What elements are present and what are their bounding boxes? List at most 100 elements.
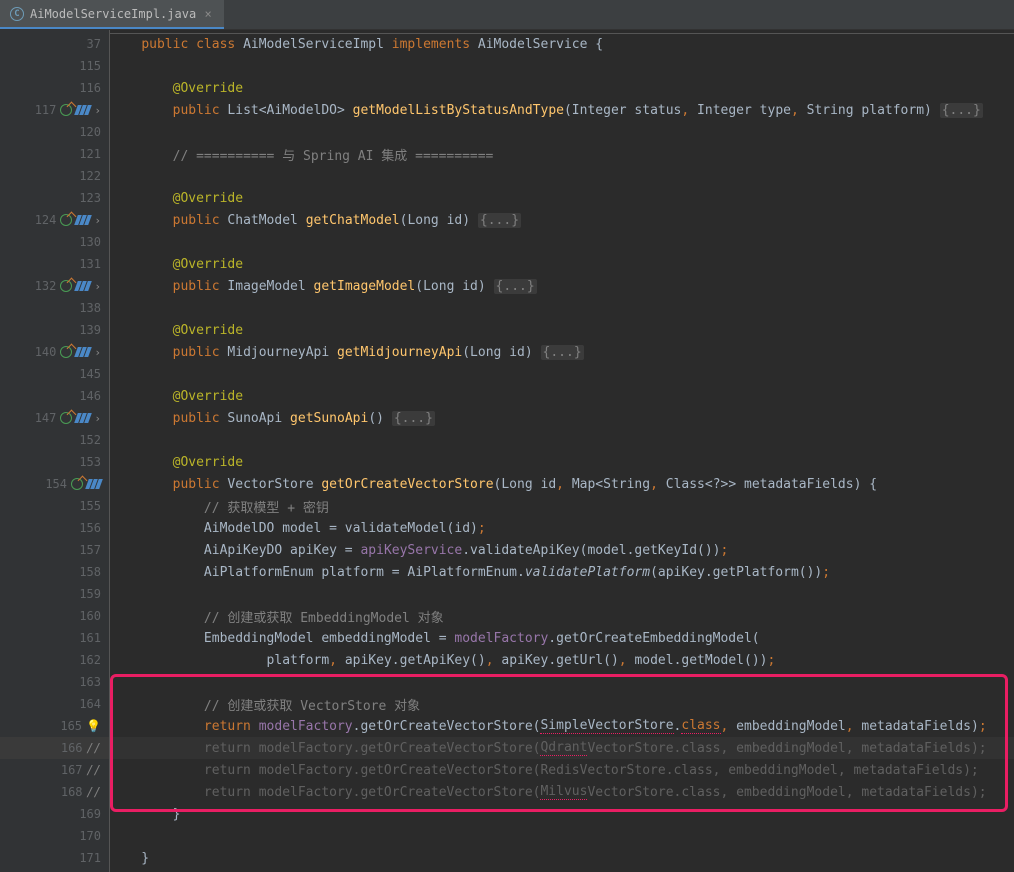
gutter-row[interactable]: 140› xyxy=(0,341,109,363)
gutter-row[interactable]: 169 xyxy=(0,803,109,825)
code-line[interactable]: } xyxy=(110,847,1014,869)
gutter-row[interactable]: 131 xyxy=(0,253,109,275)
code-line[interactable]: // ========== 与 Spring AI 集成 ========== xyxy=(110,143,1014,165)
override-icon[interactable] xyxy=(60,346,72,358)
gutter-row[interactable]: 37 xyxy=(0,33,109,55)
code-line[interactable]: @Override xyxy=(110,451,1014,473)
code-line[interactable]: AiModelDO model = validateModel(id); xyxy=(110,517,1014,539)
expand-chevron-icon[interactable]: › xyxy=(94,346,101,359)
code-line[interactable] xyxy=(110,121,1014,143)
gutter-row[interactable]: 171 xyxy=(0,847,109,869)
gutter-row[interactable]: 154 xyxy=(0,473,109,495)
gutter-row[interactable]: 123 xyxy=(0,187,109,209)
author-mark-icon[interactable] xyxy=(76,413,90,423)
gutter-row[interactable]: 166// xyxy=(0,737,109,759)
gutter-row[interactable]: 124› xyxy=(0,209,109,231)
code-line[interactable]: public class AiModelServiceImpl implemen… xyxy=(110,33,1014,55)
code-token xyxy=(110,411,173,426)
gutter-row[interactable]: 162 xyxy=(0,649,109,671)
code-line[interactable]: return modelFactory.getOrCreateVectorSto… xyxy=(110,715,1014,737)
gutter-row[interactable]: 160 xyxy=(0,605,109,627)
code-line[interactable]: public List<AiModelDO> getModelListBySta… xyxy=(110,99,1014,121)
code-line[interactable] xyxy=(110,297,1014,319)
gutter-row[interactable]: 156 xyxy=(0,517,109,539)
code-line[interactable]: AiPlatformEnum platform = AiPlatformEnum… xyxy=(110,561,1014,583)
code-line[interactable]: @Override xyxy=(110,187,1014,209)
code-line[interactable]: public SunoApi getSunoApi() {...} xyxy=(110,407,1014,429)
code-line[interactable] xyxy=(110,671,1014,693)
code-line[interactable]: return modelFactory.getOrCreateVectorSto… xyxy=(110,759,1014,781)
gutter-row[interactable]: 153 xyxy=(0,451,109,473)
expand-chevron-icon[interactable]: › xyxy=(94,280,101,293)
author-mark-icon[interactable] xyxy=(87,479,101,489)
code-line[interactable]: return modelFactory.getOrCreateVectorSto… xyxy=(110,737,1014,759)
gutter-row[interactable]: 146 xyxy=(0,385,109,407)
code-area[interactable]: public class AiModelServiceImpl implemen… xyxy=(110,30,1014,872)
code-line[interactable] xyxy=(110,363,1014,385)
gutter-row[interactable]: 139 xyxy=(0,319,109,341)
author-mark-icon[interactable] xyxy=(76,347,90,357)
gutter-row[interactable]: 170 xyxy=(0,825,109,847)
override-icon[interactable] xyxy=(60,214,72,226)
code-line[interactable] xyxy=(110,583,1014,605)
gutter-row[interactable]: 159 xyxy=(0,583,109,605)
code-line[interactable]: // 获取模型 + 密钥 xyxy=(110,495,1014,517)
expand-chevron-icon[interactable]: › xyxy=(94,214,101,227)
code-editor[interactable]: 37115116117›120121122123124›130131132›13… xyxy=(0,30,1014,872)
gutter-row[interactable]: 155 xyxy=(0,495,109,517)
code-line[interactable]: return modelFactory.getOrCreateVectorSto… xyxy=(110,781,1014,803)
gutter-row[interactable]: 145 xyxy=(0,363,109,385)
code-line[interactable]: public MidjourneyApi getMidjourneyApi(Lo… xyxy=(110,341,1014,363)
gutter-row[interactable]: 121 xyxy=(0,143,109,165)
code-line[interactable] xyxy=(110,231,1014,253)
code-line[interactable]: public VectorStore getOrCreateVectorStor… xyxy=(110,473,1014,495)
override-icon[interactable] xyxy=(60,280,72,292)
author-mark-icon[interactable] xyxy=(76,281,90,291)
code-line[interactable]: @Override xyxy=(110,253,1014,275)
code-line[interactable]: platform, apiKey.getApiKey(), apiKey.get… xyxy=(110,649,1014,671)
intention-bulb-icon[interactable]: 💡 xyxy=(86,719,101,733)
gutter-row[interactable]: 132› xyxy=(0,275,109,297)
code-line[interactable] xyxy=(110,825,1014,847)
code-line[interactable]: public ChatModel getChatModel(Long id) {… xyxy=(110,209,1014,231)
gutter-row[interactable]: 163 xyxy=(0,671,109,693)
code-line[interactable]: // 创建或获取 EmbeddingModel 对象 xyxy=(110,605,1014,627)
gutter-row[interactable]: 115 xyxy=(0,55,109,77)
gutter[interactable]: 37115116117›120121122123124›130131132›13… xyxy=(0,30,110,872)
code-line[interactable]: AiApiKeyDO apiKey = apiKeyService.valida… xyxy=(110,539,1014,561)
code-line[interactable] xyxy=(110,55,1014,77)
gutter-row[interactable]: 116 xyxy=(0,77,109,99)
close-icon[interactable]: × xyxy=(202,8,214,20)
code-line[interactable]: @Override xyxy=(110,77,1014,99)
override-icon[interactable] xyxy=(60,412,72,424)
gutter-row[interactable]: 165💡 xyxy=(0,715,109,737)
code-line[interactable]: EmbeddingModel embeddingModel = modelFac… xyxy=(110,627,1014,649)
author-mark-icon[interactable] xyxy=(76,105,90,115)
code-line[interactable]: public ImageModel getImageModel(Long id)… xyxy=(110,275,1014,297)
expand-chevron-icon[interactable]: › xyxy=(94,412,101,425)
code-line[interactable]: // 创建或获取 VectorStore 对象 xyxy=(110,693,1014,715)
gutter-row[interactable]: 117› xyxy=(0,99,109,121)
code-line[interactable]: @Override xyxy=(110,319,1014,341)
author-mark-icon[interactable] xyxy=(76,215,90,225)
gutter-row[interactable]: 157 xyxy=(0,539,109,561)
gutter-row[interactable]: 164 xyxy=(0,693,109,715)
file-tab[interactable]: C AiModelServiceImpl.java × xyxy=(0,0,224,29)
override-icon[interactable] xyxy=(71,478,83,490)
gutter-row[interactable]: 147› xyxy=(0,407,109,429)
gutter-row[interactable]: 167// xyxy=(0,759,109,781)
code-line[interactable]: } xyxy=(110,803,1014,825)
code-line[interactable] xyxy=(110,429,1014,451)
expand-chevron-icon[interactable]: › xyxy=(94,104,101,117)
gutter-row[interactable]: 130 xyxy=(0,231,109,253)
gutter-row[interactable]: 161 xyxy=(0,627,109,649)
override-icon[interactable] xyxy=(60,104,72,116)
code-line[interactable]: @Override xyxy=(110,385,1014,407)
code-line[interactable] xyxy=(110,165,1014,187)
gutter-row[interactable]: 152 xyxy=(0,429,109,451)
gutter-row[interactable]: 168// xyxy=(0,781,109,803)
gutter-row[interactable]: 138 xyxy=(0,297,109,319)
gutter-row[interactable]: 122 xyxy=(0,165,109,187)
gutter-row[interactable]: 158 xyxy=(0,561,109,583)
gutter-row[interactable]: 120 xyxy=(0,121,109,143)
